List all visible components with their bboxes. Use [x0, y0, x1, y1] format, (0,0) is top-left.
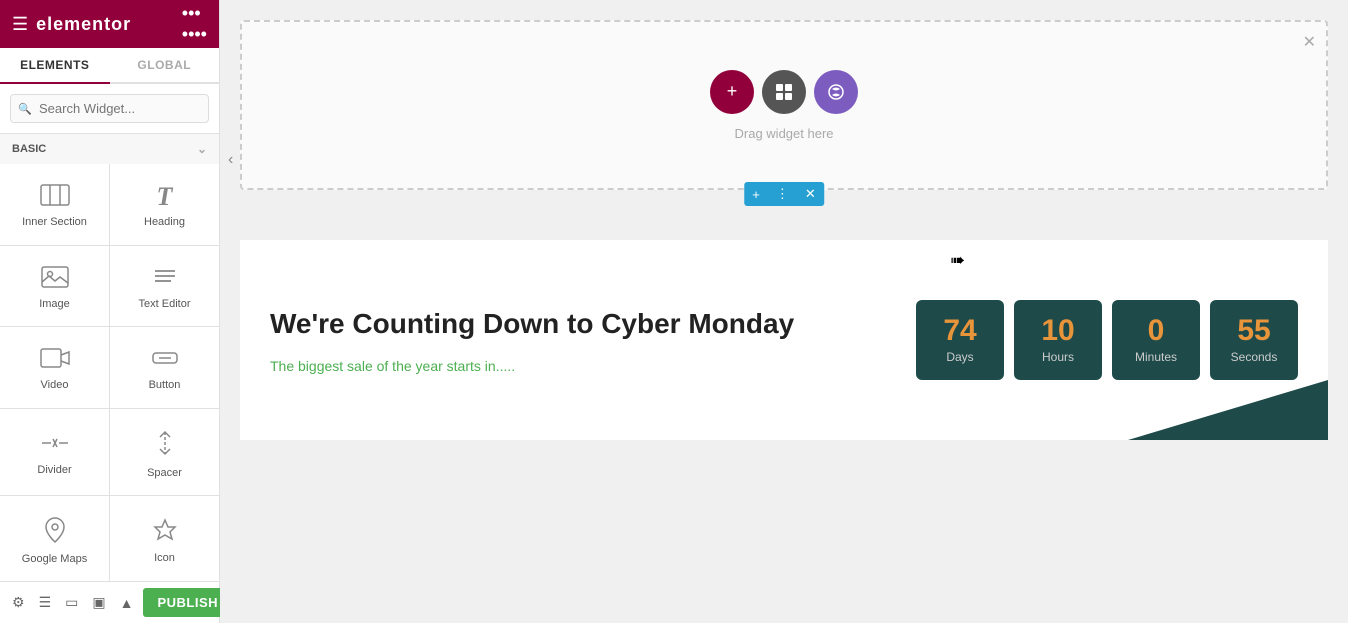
resize-handle[interactable]: ‹: [228, 151, 233, 169]
widget-button-label: Button: [149, 379, 181, 391]
drag-buttons: +: [710, 70, 858, 114]
widget-video-label: Video: [41, 379, 69, 391]
button-icon: [150, 347, 180, 373]
row-close-button[interactable]: ✕: [797, 182, 824, 206]
divider-icon: [40, 432, 70, 458]
drag-text: Drag widget here: [735, 126, 834, 141]
layout-button[interactable]: [762, 70, 806, 114]
widget-divider-label: Divider: [37, 464, 71, 476]
image-icon: [41, 266, 69, 292]
row-add-button[interactable]: +: [744, 183, 768, 206]
sidebar-tabs: ELEMENTS GLOBAL: [0, 48, 219, 84]
countdown-section: We're Counting Down to Cyber Monday The …: [240, 240, 1328, 440]
responsive-icon[interactable]: ▣: [88, 590, 109, 615]
hamburger-icon[interactable]: ☰: [12, 14, 28, 35]
drag-area: ✕ + Drag widget here + ⋮ ✕: [240, 20, 1328, 190]
sidebar-header-left: ☰ elementor: [12, 14, 131, 35]
widget-spacer[interactable]: Spacer: [110, 409, 219, 496]
widget-image[interactable]: Image: [0, 246, 109, 327]
widget-video[interactable]: Video: [0, 327, 109, 408]
row-move-button[interactable]: ⋮: [768, 182, 797, 206]
basic-section-label: BASIC: [12, 143, 46, 155]
chevron-down-icon: ⌄: [197, 142, 207, 156]
add-section-button[interactable]: +: [710, 70, 754, 114]
drag-area-close[interactable]: ✕: [1303, 32, 1316, 52]
timer-hours-value: 10: [1041, 316, 1074, 346]
timer-seconds-label: Seconds: [1231, 350, 1278, 364]
widget-map[interactable]: Google Maps: [0, 496, 109, 581]
widget-map-label: Google Maps: [22, 553, 87, 565]
widget-spacer-label: Spacer: [147, 467, 182, 479]
ai-button[interactable]: [814, 70, 858, 114]
map-icon: [44, 517, 66, 547]
timer-minutes-value: 0: [1148, 316, 1165, 346]
countdown-title: We're Counting Down to Cyber Monday: [270, 306, 876, 342]
video-icon: [40, 347, 70, 373]
canvas: ✕ + Drag widget here + ⋮ ✕ ‹ ➠ We're Cou…: [220, 0, 1348, 623]
inner-section-icon: [40, 184, 70, 210]
timer-hours: 10 Hours: [1014, 300, 1102, 380]
widget-inner-section[interactable]: Inner Section: [0, 164, 109, 245]
row-toolbar: + ⋮ ✕: [744, 182, 824, 206]
countdown-subtitle: The biggest sale of the year starts in..…: [270, 358, 876, 374]
countdown-timer: 74 Days 10 Hours 0 Minutes 55 Seconds: [916, 300, 1298, 380]
preview-icon[interactable]: ▲: [116, 591, 138, 615]
countdown-text: We're Counting Down to Cyber Monday The …: [270, 306, 876, 374]
widget-icon[interactable]: Icon: [110, 496, 219, 581]
timer-minutes: 0 Minutes: [1112, 300, 1200, 380]
settings-icon[interactable]: ⚙: [8, 590, 29, 615]
tab-global[interactable]: GLOBAL: [110, 48, 220, 82]
sidebar-search-wrapper: [0, 84, 219, 134]
widget-text-editor-label: Text Editor: [139, 298, 191, 310]
widget-button[interactable]: Button: [110, 327, 219, 408]
navigator-icon[interactable]: ▭: [61, 590, 82, 615]
widget-icon-label: Icon: [154, 552, 175, 564]
basic-section-header[interactable]: BASIC ⌄: [0, 134, 219, 164]
widget-divider[interactable]: Divider: [0, 409, 109, 496]
bottom-decoration: [1128, 380, 1328, 440]
timer-seconds: 55 Seconds: [1210, 300, 1298, 380]
widget-inner-section-label: Inner Section: [22, 216, 87, 228]
heading-icon: T: [157, 184, 173, 210]
timer-days-value: 74: [943, 316, 976, 346]
sidebar-header: ☰ elementor •••••••: [0, 0, 219, 48]
grid-icon[interactable]: •••••••: [182, 3, 207, 45]
tab-elements[interactable]: ELEMENTS: [0, 48, 110, 84]
timer-minutes-label: Minutes: [1135, 350, 1177, 364]
timer-hours-label: Hours: [1042, 350, 1074, 364]
widget-text-editor[interactable]: Text Editor: [110, 246, 219, 327]
widget-image-label: Image: [39, 298, 70, 310]
layers-icon[interactable]: ☰: [35, 590, 56, 615]
elementor-logo: elementor: [36, 14, 131, 35]
widget-grid: Inner Section T Heading Image Text Edito…: [0, 164, 219, 581]
search-input[interactable]: [10, 94, 209, 123]
publish-button[interactable]: PUBLISH: [143, 588, 232, 617]
widget-heading[interactable]: T Heading: [110, 164, 219, 245]
spacer-icon: [153, 429, 177, 461]
timer-days: 74 Days: [916, 300, 1004, 380]
timer-days-label: Days: [946, 350, 973, 364]
text-editor-icon: [151, 266, 179, 292]
sidebar: ☰ elementor ••••••• ELEMENTS GLOBAL BASI…: [0, 0, 220, 623]
sidebar-bottom: ⚙ ☰ ▭ ▣ ▲ PUBLISH ▲: [0, 581, 219, 623]
timer-seconds-value: 55: [1237, 316, 1270, 346]
widget-heading-label: Heading: [144, 216, 185, 228]
icon-widget-icon: [153, 518, 177, 546]
